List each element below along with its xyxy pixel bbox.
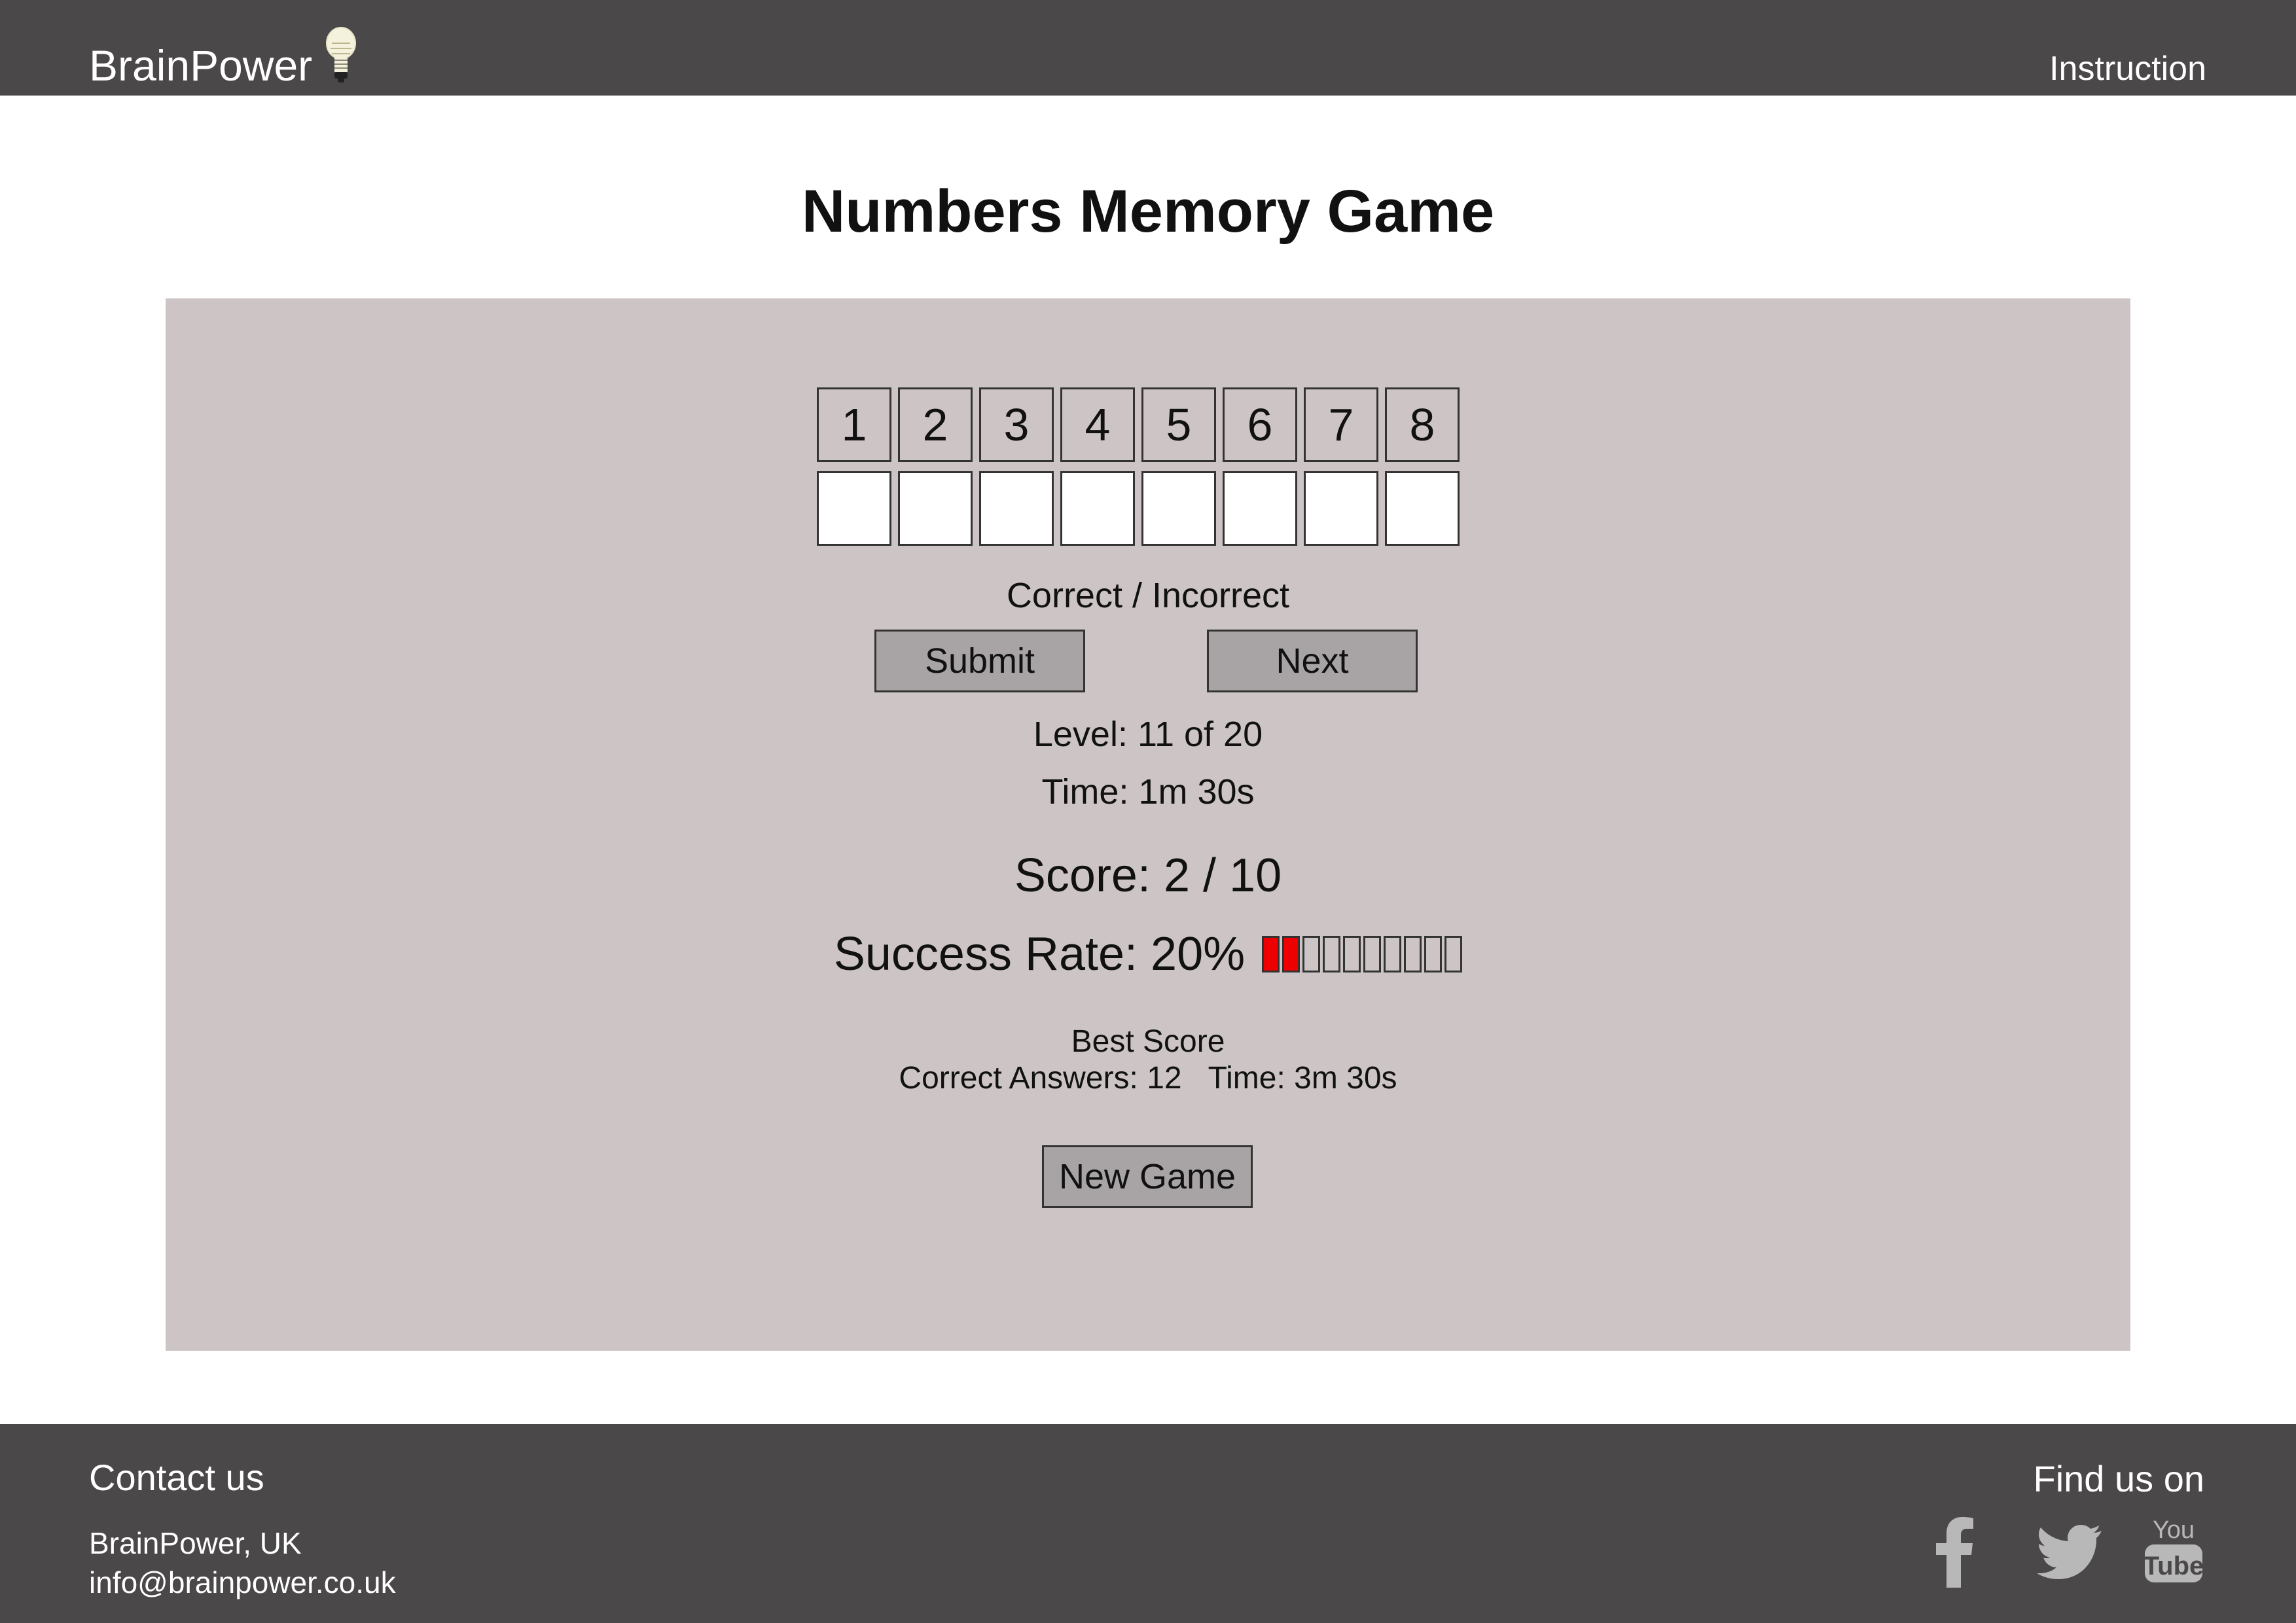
svg-text:Tube: Tube [2144, 1552, 2204, 1580]
submit-button[interactable]: Submit [874, 630, 1085, 692]
answer-cell [1060, 471, 1135, 546]
digit-cell: 8 [1385, 387, 1460, 462]
contact-email[interactable]: info@brainpower.co.uk [89, 1563, 396, 1602]
answer-cell [1223, 471, 1297, 546]
top-bar: BrainPower Instruction [0, 0, 2296, 96]
progress-segment [1262, 936, 1280, 972]
answer-input-6[interactable] [1225, 473, 1295, 544]
instruction-link[interactable]: Instruction [2049, 46, 2206, 92]
digit-sequence: 1 2 3 4 5 6 7 8 [817, 387, 1460, 462]
answer-input-7[interactable] [1306, 473, 1376, 544]
success-rate: Success Rate: 20% [0, 923, 2296, 986]
brand-logo[interactable]: BrainPower [89, 27, 361, 97]
answer-cell [898, 471, 973, 546]
brand-name: BrainPower [89, 41, 313, 90]
score: Score: 2 / 10 [1014, 849, 1282, 902]
digit-cell: 6 [1223, 387, 1297, 462]
page-title: Numbers Memory Game [801, 178, 1495, 245]
progress-segment [1444, 936, 1463, 972]
progress-segment [1363, 936, 1382, 972]
level-indicator: Level: 11 of 20 [1033, 715, 1263, 754]
answer-input-5[interactable] [1143, 473, 1214, 544]
answer-inputs [817, 471, 1460, 546]
success-rate-label: Success Rate: 20% [833, 928, 1246, 980]
best-score-title: Best Score [1071, 1024, 1225, 1059]
new-game-button[interactable]: New Game [1042, 1145, 1253, 1208]
progress-segment [1323, 936, 1341, 972]
best-time: Time: 3m 30s [1208, 1061, 1397, 1096]
answer-cell [817, 471, 891, 546]
progress-segment [1282, 936, 1300, 972]
progress-segment [1343, 936, 1361, 972]
progress-segment [1384, 936, 1402, 972]
answer-input-3[interactable] [981, 473, 1052, 544]
digit-cell: 2 [898, 387, 973, 462]
youtube-icon[interactable]: You Tube [2138, 1509, 2210, 1594]
answer-input-1[interactable] [819, 473, 889, 544]
progress-segment [1302, 936, 1321, 972]
contact-title: Contact us [89, 1457, 264, 1498]
best-score-details: Correct Answers: 12 Time: 3m 30s [0, 1058, 2296, 1099]
progress-segment [1424, 936, 1443, 972]
answer-input-4[interactable] [1062, 473, 1133, 544]
digit-cell: 4 [1060, 387, 1135, 462]
success-rate-bar [1262, 936, 1463, 972]
digit-cell: 3 [979, 387, 1054, 462]
progress-segment [1404, 936, 1422, 972]
next-button[interactable]: Next [1207, 630, 1418, 692]
find-us-title: Find us on [2033, 1458, 2205, 1499]
digit-cell: 5 [1141, 387, 1216, 462]
digit-cell: 1 [817, 387, 891, 462]
twitter-icon[interactable] [2034, 1509, 2106, 1594]
footer: Contact us BrainPower, UK info@brainpowe… [0, 1424, 2296, 1623]
answer-cell [979, 471, 1054, 546]
answer-input-2[interactable] [900, 473, 971, 544]
timer: Time: 1m 30s [1041, 772, 1255, 812]
answer-cell [1304, 471, 1378, 546]
best-correct-answers: Correct Answers: 12 [899, 1061, 1182, 1096]
lightbulb-icon [326, 27, 357, 82]
digit-cell: 7 [1304, 387, 1378, 462]
feedback-text: Correct / Incorrect [1006, 576, 1290, 615]
company-name: BrainPower, UK [89, 1526, 302, 1560]
facebook-icon[interactable] [1924, 1509, 1983, 1594]
svg-text:You: You [2153, 1516, 2195, 1544]
answer-cell [1385, 471, 1460, 546]
answer-input-8[interactable] [1387, 473, 1458, 544]
answer-cell [1141, 471, 1216, 546]
